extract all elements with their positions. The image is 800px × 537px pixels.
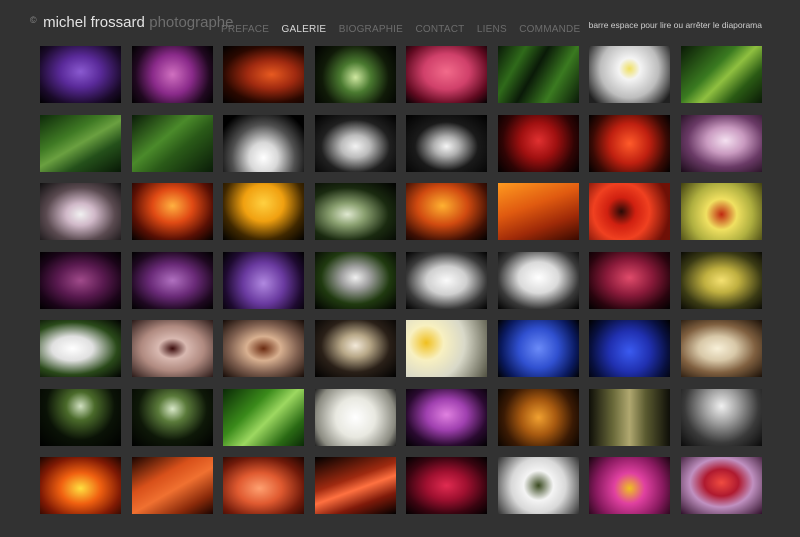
gallery-thumbnail[interactable] (497, 457, 579, 514)
gallery-thumbnail[interactable] (131, 183, 213, 240)
gallery-thumbnail[interactable] (589, 457, 670, 514)
gallery-thumbnail[interactable] (131, 251, 213, 309)
gallery-thumbnail[interactable] (497, 46, 579, 103)
gallery-thumbnail[interactable] (680, 388, 762, 446)
gallery-thumbnail[interactable] (497, 251, 579, 309)
gallery-thumbnail[interactable] (40, 388, 121, 446)
copyright-mark: © (30, 15, 37, 25)
gallery-thumbnail[interactable] (131, 388, 213, 446)
nav-liens[interactable]: LIENS (477, 24, 507, 35)
gallery-thumbnail[interactable] (131, 320, 213, 377)
gallery-thumbnail[interactable] (680, 46, 762, 103)
gallery-thumbnail[interactable] (314, 183, 396, 240)
nav-preface[interactable]: PREFACE (221, 24, 269, 35)
gallery-thumbnail[interactable] (497, 183, 579, 240)
gallery-thumbnail[interactable] (223, 183, 304, 240)
nav-contact[interactable]: CONTACT (415, 24, 464, 35)
gallery-thumbnail[interactable] (223, 388, 304, 446)
gallery-thumbnail[interactable] (406, 114, 487, 172)
gallery-thumbnail[interactable] (314, 251, 396, 309)
gallery-thumbnail[interactable] (131, 46, 213, 103)
gallery-thumbnail[interactable] (40, 251, 121, 309)
gallery-thumbnail[interactable] (131, 114, 213, 172)
gallery-thumbnail[interactable] (314, 388, 396, 446)
gallery-thumbnail[interactable] (589, 114, 670, 172)
gallery-thumbnail[interactable] (314, 457, 396, 514)
gallery-thumbnail[interactable] (406, 46, 487, 103)
gallery-thumbnail[interactable] (40, 46, 121, 103)
gallery-thumbnail[interactable] (314, 46, 396, 103)
nav-biographie[interactable]: BIOGRAPHIE (339, 24, 403, 35)
slideshow-hint: barre espace pour lire ou arrêter le dia… (588, 20, 762, 30)
gallery-thumbnail[interactable] (680, 320, 762, 377)
gallery-thumbnail[interactable] (680, 251, 762, 309)
gallery-thumbnail[interactable] (40, 457, 121, 514)
gallery-thumbnail[interactable] (589, 251, 670, 309)
gallery-thumbnail[interactable] (497, 320, 579, 377)
site-logo[interactable]: © michel frossard photographe (30, 14, 234, 32)
gallery-thumbnail[interactable] (131, 457, 213, 514)
gallery-thumbnail[interactable] (406, 320, 487, 377)
gallery-thumbnail[interactable] (223, 46, 304, 103)
gallery-thumbnail[interactable] (314, 114, 396, 172)
nav-commande[interactable]: COMMANDE (519, 24, 580, 35)
gallery-thumbnail[interactable] (223, 457, 304, 514)
gallery-thumbnail[interactable] (406, 183, 487, 240)
gallery-thumbnail[interactable] (589, 46, 670, 103)
site-header: © michel frossard photographe PREFACE GA… (30, 14, 762, 36)
gallery-thumbnail[interactable] (497, 114, 579, 172)
gallery-thumbnail[interactable] (40, 320, 121, 377)
gallery-thumbnail[interactable] (589, 388, 670, 446)
gallery-thumbnail[interactable] (680, 457, 762, 514)
gallery-thumbnail[interactable] (497, 388, 579, 446)
gallery-thumbnail[interactable] (406, 388, 487, 446)
gallery-thumbnail[interactable] (314, 320, 396, 377)
gallery-thumbnail[interactable] (406, 251, 487, 309)
gallery-grid (40, 46, 762, 514)
gallery-thumbnail[interactable] (40, 183, 121, 240)
gallery-thumbnail[interactable] (589, 183, 670, 240)
gallery-thumbnail[interactable] (589, 320, 670, 377)
nav-galerie[interactable]: GALERIE (282, 24, 327, 35)
gallery-thumbnail[interactable] (223, 114, 304, 172)
main-nav: PREFACE GALERIE BIOGRAPHIE CONTACT LIENS… (221, 19, 588, 37)
gallery-thumbnail[interactable] (680, 183, 762, 240)
gallery-thumbnail[interactable] (223, 320, 304, 377)
gallery-thumbnail[interactable] (223, 251, 304, 309)
gallery-thumbnail[interactable] (406, 457, 487, 514)
gallery-thumbnail[interactable] (40, 114, 121, 172)
gallery-thumbnail[interactable] (680, 114, 762, 172)
photographer-name: michel frossard (43, 14, 145, 31)
